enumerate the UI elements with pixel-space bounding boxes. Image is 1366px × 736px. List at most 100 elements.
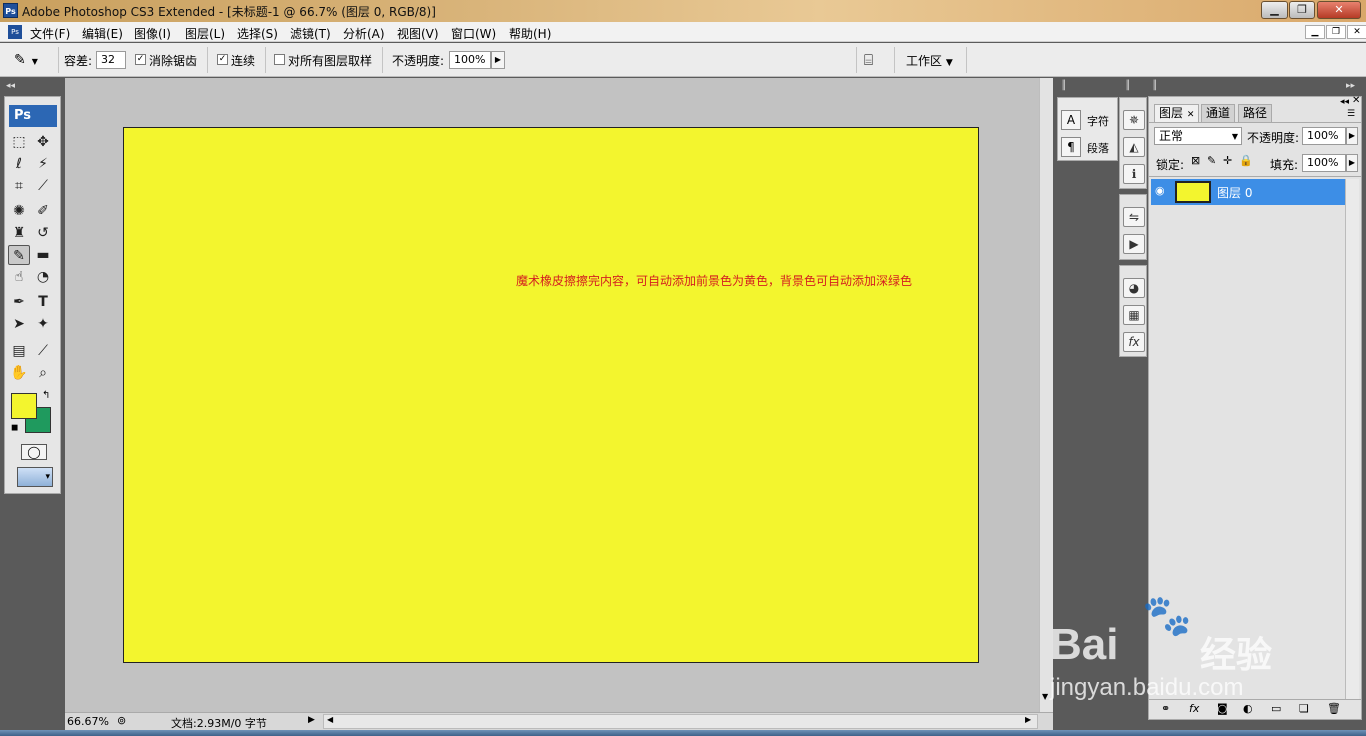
swap-colors-icon[interactable]: ↰ (42, 390, 50, 401)
collapse-arrows-icon[interactable]: ◂◂ (6, 81, 15, 91)
doc-restore-button[interactable]: ❐ (1326, 25, 1346, 39)
notes-tool-icon[interactable]: ▤ (8, 341, 30, 361)
screen-mode-icon[interactable]: ▾ (17, 467, 53, 487)
quick-mask-icon[interactable]: ◯ (21, 444, 47, 460)
antialias-checkbox[interactable]: ✓ (135, 54, 146, 65)
scroll-left-arrow-icon[interactable]: ◀ (327, 715, 333, 724)
tab-layers[interactable]: 图层 ✕ (1154, 104, 1200, 122)
eyedropper-tool-icon[interactable]: ⟋ (32, 341, 54, 361)
menu-layer[interactable]: 图层(L) (185, 25, 225, 42)
menu-select[interactable]: 选择(S) (237, 25, 278, 42)
menu-image[interactable]: 图像(I) (134, 25, 171, 42)
menu-help[interactable]: 帮助(H) (509, 25, 551, 42)
gradient-tool-icon[interactable]: ▬ (32, 245, 54, 265)
lock-position-icon[interactable]: ✛ (1223, 154, 1232, 167)
pen-tool-icon[interactable]: ✒ (8, 292, 30, 312)
photoshop-app-icon: Ps (3, 3, 18, 18)
slice-tool-icon[interactable]: ⟋ (32, 176, 54, 196)
panel-close-icon[interactable]: ✕ (1352, 95, 1360, 106)
menu-analysis[interactable]: 分析(A) (343, 25, 385, 42)
path-select-tool-icon[interactable]: ➤ (8, 314, 30, 334)
panel-menu-icon[interactable]: ☰ (1347, 109, 1355, 119)
scroll-down-arrow-icon[interactable]: ▼ (1042, 692, 1048, 701)
custom-shape-tool-icon[interactable]: ✦ (32, 314, 54, 334)
dock-grip-icon[interactable]: ║ (1061, 81, 1066, 91)
crop-tool-icon[interactable]: ⌗ (8, 176, 30, 196)
expand-arrows-icon[interactable]: ▸▸ (1346, 81, 1355, 91)
menu-window[interactable]: 窗口(W) (451, 25, 496, 42)
zoom-level[interactable]: 66.67% (67, 715, 109, 728)
scroll-right-arrow-icon[interactable]: ▶ (1025, 715, 1031, 724)
color-icon[interactable]: ◕ (1123, 278, 1145, 298)
styles-icon[interactable]: fx (1123, 332, 1145, 352)
healing-brush-tool-icon[interactable]: ✺ (8, 201, 30, 221)
type-tool-icon[interactable]: T (32, 292, 54, 312)
fill-input[interactable]: 100% (1302, 154, 1346, 172)
restore-button[interactable]: ❐ (1289, 1, 1315, 19)
info-icon[interactable]: ℹ (1123, 164, 1145, 184)
blend-mode-select[interactable]: 正常 ▼ (1154, 127, 1242, 145)
zoom-icon[interactable]: ⊚ (117, 714, 126, 727)
layer-name[interactable]: 图层 0 (1217, 184, 1252, 201)
swatches-icon[interactable]: ▦ (1123, 305, 1145, 325)
magic-eraser-tool-icon[interactable]: ✎ (8, 245, 30, 265)
opacity-input[interactable]: 100% (449, 51, 491, 69)
minimize-button[interactable]: ▁ (1261, 1, 1288, 19)
lasso-tool-icon[interactable]: ℓ (8, 154, 30, 174)
close-icon[interactable]: ✕ (1187, 110, 1195, 120)
menu-view[interactable]: 视图(V) (397, 25, 439, 42)
menu-bar: Ps 文件(F) 编辑(E) 图像(I) 图层(L) 选择(S) 滤镜(T) 分… (0, 22, 1366, 42)
status-menu-arrow-icon[interactable]: ▶ (308, 715, 315, 725)
histogram-icon[interactable]: ◭ (1123, 137, 1145, 157)
doc-close-button[interactable]: ✕ (1347, 25, 1366, 39)
contiguous-checkbox[interactable]: ✓ (217, 54, 228, 65)
lock-transparent-icon[interactable]: ⊠ (1191, 154, 1200, 167)
close-button[interactable]: ✕ (1317, 1, 1361, 19)
lock-image-icon[interactable]: ✎ (1207, 154, 1216, 167)
tolerance-input[interactable]: 32 (96, 51, 126, 69)
tab-paths[interactable]: 路径 (1238, 104, 1273, 122)
magic-wand-tool-icon[interactable]: ⚡ (32, 154, 54, 174)
tab-channels[interactable]: 通道 (1201, 104, 1236, 122)
paragraph-icon[interactable]: ¶ (1061, 137, 1081, 157)
watermark-brand-2: 经验 (1200, 635, 1273, 676)
horizontal-scrollbar[interactable]: ◀ ▶ (323, 714, 1038, 729)
panel-collapse-icon[interactable]: ◂◂ (1340, 97, 1349, 107)
layer-row[interactable]: ◉ 图层 0 (1151, 179, 1345, 205)
workspace-menu[interactable]: 工作区 ▼ (906, 52, 953, 69)
layer-opacity-arrow[interactable]: ▶ (1346, 127, 1358, 145)
menu-filter[interactable]: 滤镜(T) (290, 25, 331, 42)
history-brush-tool-icon[interactable]: ↺ (32, 223, 54, 243)
history-icon[interactable]: ⇋ (1123, 207, 1145, 227)
opacity-slider-arrow[interactable]: ▶ (491, 51, 505, 69)
menu-edit[interactable]: 编辑(E) (82, 25, 123, 42)
hand-tool-icon[interactable]: ✋ (8, 363, 30, 383)
default-colors-icon[interactable]: ◼ (11, 423, 18, 433)
clone-stamp-tool-icon[interactable]: ♜ (8, 223, 30, 243)
tool-preset-picker[interactable]: ✎ ▼ (14, 51, 50, 69)
menu-file[interactable]: 文件(F) (30, 25, 70, 42)
bridge-icon[interactable]: ⌸ (864, 50, 888, 70)
eye-icon[interactable]: ◉ (1155, 184, 1165, 197)
character-panel-label[interactable]: 字符 (1087, 113, 1109, 129)
zoom-tool-icon[interactable]: ⌕ (32, 363, 54, 383)
layer-opacity-input[interactable]: 100% (1302, 127, 1346, 145)
dock-grip-icon[interactable]: ║ (1125, 81, 1130, 91)
fill-arrow[interactable]: ▶ (1346, 154, 1358, 172)
sample-all-layers-checkbox[interactable] (274, 54, 285, 65)
dodge-tool-icon[interactable]: ◔ (32, 267, 54, 287)
document-canvas[interactable] (123, 127, 979, 663)
document-icon[interactable]: Ps (8, 25, 22, 39)
brush-tool-icon[interactable]: ✐ (32, 201, 54, 221)
foreground-color-swatch[interactable] (11, 393, 37, 419)
character-icon[interactable]: A (1061, 110, 1081, 130)
marquee-tool-icon[interactable]: ⬚ (8, 132, 30, 152)
paragraph-panel-label[interactable]: 段落 (1087, 140, 1109, 156)
lock-all-icon[interactable]: 🔒 (1239, 154, 1253, 167)
doc-minimize-button[interactable]: ▁ (1305, 25, 1325, 39)
navigator-icon[interactable]: ✵ (1123, 110, 1145, 130)
blur-tool-icon[interactable]: ☝ (8, 267, 30, 287)
actions-icon[interactable]: ▶ (1123, 234, 1145, 254)
dock-grip-icon[interactable]: ║ (1152, 81, 1157, 91)
move-tool-icon[interactable]: ✥ (32, 132, 54, 152)
